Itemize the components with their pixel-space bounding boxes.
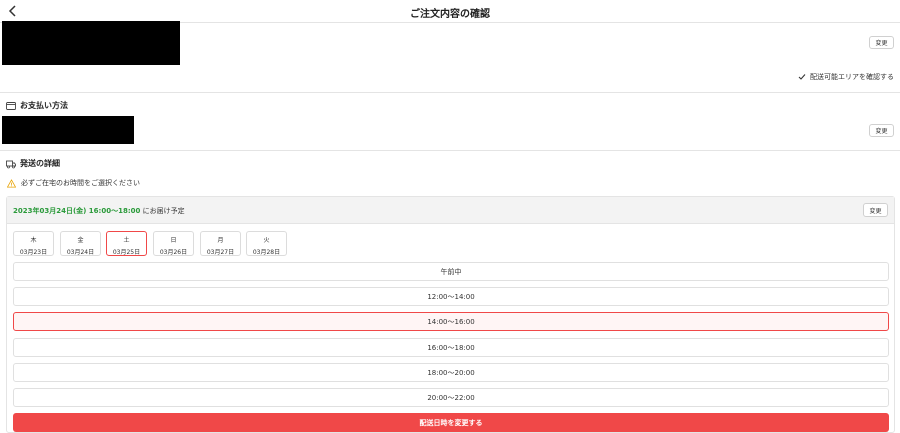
divider (0, 150, 900, 151)
redacted-address (2, 21, 180, 65)
warning-message: 必ずご在宅のお時間をご選択ください (7, 178, 140, 188)
time-slot-16-18[interactable]: 16:00〜18:00 (13, 338, 889, 357)
time-slot-14-16[interactable]: 14:00〜16:00 (13, 312, 889, 331)
payment-title-text: お支払い方法 (20, 101, 68, 110)
shipping-title-text: 発送の詳細 (20, 159, 60, 168)
time-slot-morning[interactable]: 午前中 (13, 262, 889, 281)
day-tab-date: 03月27日 (206, 249, 235, 256)
delivery-suffix: にお届け予定 (140, 207, 185, 215)
time-slot-18-20[interactable]: 18:00〜20:00 (13, 363, 889, 382)
time-slot-12-14[interactable]: 12:00〜14:00 (13, 287, 889, 306)
day-tab-dow: 月 (217, 237, 224, 244)
credit-card-icon (6, 101, 16, 110)
day-tab-dow: 土 (123, 237, 130, 244)
page-title: ご注文内容の確認 (410, 9, 490, 20)
day-tab-sat[interactable]: 土 03月25日 (106, 231, 147, 256)
payment-title: お支払い方法 (6, 100, 68, 111)
day-tab-dow: 金 (77, 237, 84, 244)
delivery-change-button[interactable]: 変更 (863, 203, 888, 217)
shipping-title: 発送の詳細 (6, 158, 60, 169)
day-tab-date: 03月23日 (19, 249, 48, 256)
day-tab-date: 03月24日 (66, 249, 95, 256)
delivery-date: 2023年03月24日(金) 16:00〜18:00 (13, 207, 141, 215)
divider (0, 92, 900, 93)
day-tab-dow: 火 (263, 237, 270, 244)
day-tab-date: 03月26日 (159, 249, 188, 256)
warning-icon (7, 178, 16, 188)
delivery-box: 2023年03月24日(金) 16:00〜18:00 にお届け予定 変更 木 0… (6, 196, 895, 433)
redacted-payment (2, 116, 134, 144)
day-tab-dow: 木 (30, 237, 37, 244)
payment-change-button[interactable]: 変更 (869, 124, 894, 137)
day-tab-mon[interactable]: 月 03月27日 (200, 231, 241, 256)
check-icon (798, 74, 806, 80)
truck-icon (6, 160, 16, 168)
day-tab-tue[interactable]: 火 03月28日 (246, 231, 287, 256)
day-tab-date: 03月25日 (112, 249, 141, 256)
day-tab-thu[interactable]: 木 03月23日 (13, 231, 54, 256)
area-check-label: 配送可能エリアを確認する (810, 73, 894, 81)
address-change-button[interactable]: 変更 (869, 36, 894, 49)
header-bar: ご注文内容の確認 (0, 0, 900, 23)
day-tab-date: 03月28日 (252, 249, 281, 256)
delivery-summary: 2023年03月24日(金) 16:00〜18:00 にお届け予定 (13, 206, 185, 216)
time-slot-20-22[interactable]: 20:00〜22:00 (13, 388, 889, 407)
day-tab-fri[interactable]: 金 03月24日 (60, 231, 101, 256)
change-delivery-button[interactable]: 配送日時を変更する (13, 413, 889, 432)
day-tab-sun[interactable]: 日 03月26日 (153, 231, 194, 256)
warning-text: 必ずご在宅のお時間をご選択ください (21, 179, 140, 187)
day-tab-dow: 日 (170, 237, 177, 244)
area-check-link[interactable]: 配送可能エリアを確認する (798, 72, 894, 82)
delivery-header: 2023年03月24日(金) 16:00〜18:00 にお届け予定 変更 (7, 197, 894, 224)
